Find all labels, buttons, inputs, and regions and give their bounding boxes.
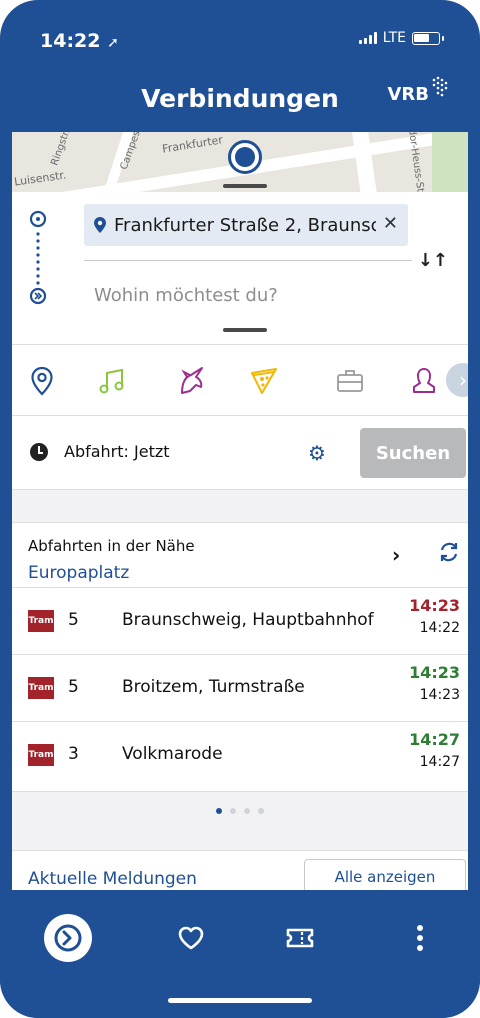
departure-row[interactable]: Tram 5 Broitzem, Turmstraße 14:23 14:23 [12, 654, 468, 721]
briefcase-icon[interactable] [334, 365, 366, 397]
destination: Braunschweig, Hauptbahnhof [122, 610, 374, 630]
pizza-icon[interactable] [248, 365, 280, 397]
clock-icon [30, 443, 48, 461]
route-dots-icon [29, 210, 47, 305]
map-street-label: Ringstr. [49, 132, 73, 168]
vrb-logo: VRB [387, 76, 448, 105]
favorites-tab[interactable] [167, 914, 215, 962]
music-note-icon[interactable] [96, 365, 128, 397]
to-field[interactable]: Wohin möchtest du? [94, 285, 278, 306]
page-indicator[interactable] [216, 808, 264, 814]
person-icon[interactable] [408, 365, 440, 397]
planned-time: 14:23 [409, 663, 460, 682]
page-dot-active [216, 808, 222, 814]
ticket-icon [286, 928, 314, 948]
network-label: LTE [382, 30, 406, 46]
panel-drag-handle[interactable] [223, 328, 267, 332]
refresh-icon[interactable] [438, 541, 460, 563]
route-icon [54, 924, 82, 952]
location-pin-icon[interactable] [26, 365, 58, 397]
logo-text: VRB [387, 84, 429, 105]
realtime: 14:23 [419, 687, 460, 703]
location-pin-icon [94, 217, 106, 233]
news-title: Aktuelle Meldungen [28, 869, 197, 889]
from-value: Frankfurter Straße 2, Braunschweig [114, 214, 376, 236]
search-button[interactable]: Suchen [360, 428, 466, 478]
departure-time-row: Abfahrt: Jetzt ⚙ Suchen [12, 416, 468, 490]
nearby-stop-link[interactable]: Europaplatz [28, 563, 129, 583]
more-vertical-icon [417, 925, 423, 951]
line-number: 3 [68, 744, 79, 764]
line-number: 5 [68, 610, 79, 630]
signal-icon [358, 32, 377, 44]
news-section: Aktuelle Meldungen Alle anzeigen [12, 850, 468, 890]
realtime: 14:22 [419, 620, 460, 636]
tram-badge: Tram [28, 744, 54, 766]
nearby-title: Abfahrten in der Nähe [28, 537, 195, 555]
tram-badge: Tram [28, 610, 54, 632]
heart-icon [178, 926, 204, 950]
tram-badge: Tram [28, 677, 54, 699]
departure-row[interactable]: Tram 5 Braunschweig, Hauptbahnhof 14:23 … [12, 587, 468, 654]
logo-dots-icon [432, 76, 448, 96]
line-number: 5 [68, 677, 79, 697]
realtime: 14:27 [419, 754, 460, 770]
page-dot [258, 808, 264, 814]
app-screen: 14:22 ➚ LTE Verbindungen VRB Luisenstr. … [0, 0, 480, 1018]
battery-tip [442, 35, 444, 41]
home-indicator [168, 998, 312, 1003]
page-dot [230, 808, 236, 814]
map-street-label: Luisenstr. [13, 168, 68, 189]
connections-tab[interactable] [44, 914, 92, 962]
more-tab[interactable] [396, 914, 444, 962]
nearby-departures-card: Abfahrten in der Nähe Europaplatz › Tram… [12, 522, 468, 792]
field-divider [84, 260, 412, 261]
destination: Broitzem, Turmstraße [122, 677, 305, 697]
from-field[interactable]: Frankfurter Straße 2, Braunschweig ✕ [84, 204, 408, 246]
chevron-right-icon[interactable]: › [446, 363, 468, 397]
battery-icon [412, 31, 440, 45]
departure-row[interactable]: Tram 3 Volkmarode 14:27 14:27 [12, 721, 468, 788]
poi-category-row: › [12, 344, 468, 416]
main-content: Luisenstr. Frankfurter Campestr. Theodor… [12, 132, 468, 890]
map-view[interactable]: Luisenstr. Frankfurter Campestr. Theodor… [12, 132, 468, 192]
chevron-right-icon[interactable]: › [392, 543, 400, 567]
destination: Volkmarode [122, 744, 223, 764]
map-road [350, 132, 380, 192]
map-park [432, 132, 468, 192]
planned-time: 14:23 [409, 596, 460, 615]
tickets-tab[interactable] [276, 914, 324, 962]
status-bar: 14:22 ➚ LTE [0, 0, 480, 70]
gear-icon[interactable]: ⚙ [308, 443, 326, 463]
route-search-panel: Frankfurter Straße 2, Braunschweig ✕ ↓↑ … [12, 192, 468, 344]
current-location-pin-icon[interactable] [228, 140, 262, 174]
departure-time-selector[interactable]: Abfahrt: Jetzt [64, 442, 170, 461]
status-time: 14:22 ➚ [40, 30, 119, 52]
show-all-button[interactable]: Alle anzeigen [304, 859, 466, 890]
map-drag-handle[interactable] [223, 184, 267, 188]
page-dot [244, 808, 250, 814]
tab-bar [0, 890, 480, 1018]
planned-time: 14:27 [409, 730, 460, 749]
close-icon[interactable]: ✕ [383, 213, 398, 234]
unicorn-icon[interactable] [176, 365, 208, 397]
swap-icon[interactable]: ↓↑ [418, 250, 448, 271]
status-indicators: LTE [358, 30, 444, 46]
map-street-label: Frankfurter [161, 133, 224, 156]
